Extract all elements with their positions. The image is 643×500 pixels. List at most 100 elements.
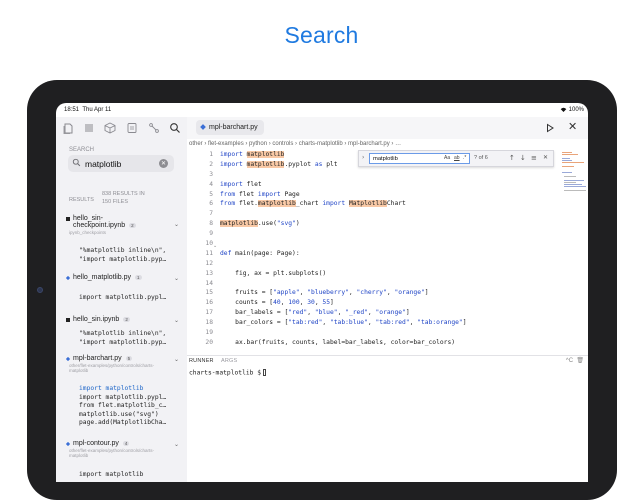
search-box: ✕: [68, 155, 174, 172]
status-bar: 18:51 Thu Apr 11 100%: [56, 103, 588, 117]
match-count-badge: 2: [129, 223, 136, 228]
line-number: 14: [205, 279, 213, 287]
match-count-badge: 2: [123, 317, 130, 322]
chevron-down-icon[interactable]: ⌄: [174, 317, 179, 324]
line-number: 13: [205, 269, 213, 277]
result-file[interactable]: hello_sin- checkpoint.ipynb 2 ipynb_check…: [66, 215, 181, 235]
trash-icon[interactable]: 🗑: [576, 358, 584, 364]
search-section-title: SEARCH: [69, 147, 95, 153]
source-control-icon[interactable]: [148, 122, 160, 134]
line-number: 5: [209, 190, 213, 198]
file-name: mpl-barchart.py: [73, 355, 122, 362]
file-name: hello_sin-: [73, 215, 103, 222]
results-label: RESULTS: [69, 197, 94, 203]
tab-mpl-barchart[interactable]: mpl-barchart.py: [196, 120, 264, 135]
status-time: 18:51 Thu Apr 11: [64, 107, 112, 113]
match-snippet[interactable]: "%matplotlib inline\n", "import matplotl…: [79, 330, 166, 347]
line-number: 16: [205, 299, 213, 307]
match-snippet[interactable]: "%matplotlib inline\n", "import matplotl…: [79, 247, 166, 264]
match-case-toggle[interactable]: Aa: [444, 155, 450, 161]
line-number: 10: [205, 240, 213, 248]
result-file[interactable]: hello_sin.ipynb 2 ⌄: [66, 316, 181, 324]
python-file-icon: [200, 124, 206, 130]
minimap[interactable]: [560, 150, 588, 355]
file-name: hello_sin.ipynb: [73, 316, 120, 323]
python-file-icon: [66, 357, 70, 361]
find-field: Aa ab .*: [369, 153, 470, 164]
file-path: ipynb_checkpoints: [69, 230, 107, 235]
chevron-down-icon[interactable]: ⌄: [174, 275, 179, 282]
list-icon[interactable]: [83, 122, 95, 134]
sidebar: SEARCH ✕ RESULTS 838 RESULTS IN 150 FILE…: [56, 117, 187, 482]
tab-args[interactable]: ARGS: [221, 358, 237, 364]
chevron-right-icon[interactable]: ›: [362, 154, 364, 161]
interrupt-button[interactable]: ^C 🗑: [566, 357, 584, 364]
file-name: hello_matplotlib.py: [73, 274, 131, 281]
close-icon[interactable]: ✕: [568, 120, 577, 133]
line-number: 18: [205, 319, 213, 327]
find-input[interactable]: [373, 155, 433, 163]
line-number: 7: [209, 210, 213, 218]
whole-word-toggle[interactable]: ab: [454, 155, 460, 161]
line-number: 19: [205, 329, 213, 337]
bottom-panel: RUNNER ARGS ^C 🗑 charts-matplotlib $: [187, 355, 588, 482]
chevron-down-icon[interactable]: ⌄: [174, 441, 179, 448]
match-snippet[interactable]: import matplotlib import matplotlib.pypl…: [79, 385, 166, 428]
match-snippet[interactable]: import matplotlib: [79, 471, 143, 480]
python-file-icon: [66, 276, 70, 280]
match-count-badge: 5: [125, 356, 133, 361]
match-count-badge: 4: [122, 441, 130, 446]
camera-dot: [37, 287, 43, 293]
chevron-down-icon[interactable]: ⌄: [174, 221, 179, 228]
editor-topbar: mpl-barchart.py ✕: [187, 117, 588, 139]
notebook-icon: [66, 318, 70, 322]
search-input[interactable]: [85, 157, 157, 170]
regex-toggle[interactable]: .*: [463, 155, 466, 161]
terminal-prompt: charts-matplotlib $: [189, 369, 262, 377]
package-icon[interactable]: [104, 122, 116, 134]
result-file[interactable]: hello_matplotlib.py 1 ⌄: [66, 274, 181, 282]
line-number: 3: [209, 170, 213, 178]
document-icon[interactable]: [126, 122, 138, 134]
notebook-icon: [66, 217, 70, 221]
page-headline: Search: [284, 22, 359, 48]
menu-icon[interactable]: ≡: [531, 154, 537, 162]
fold-chevron-icon[interactable]: ⌄: [213, 243, 217, 249]
clear-search-icon[interactable]: ✕: [159, 159, 168, 168]
tab-runner[interactable]: RUNNER: [189, 358, 214, 364]
line-number: 17: [205, 309, 213, 317]
line-number: 9: [209, 230, 213, 238]
terminal-cursor: [263, 369, 267, 376]
results-count: 838 RESULTS IN 150 FILES: [102, 191, 145, 205]
search-icon[interactable]: [169, 122, 181, 134]
match-snippet[interactable]: import matplotlib.pypl…: [79, 294, 166, 303]
arrow-up-icon[interactable]: ↑: [509, 154, 515, 162]
line-number: 12: [205, 259, 213, 267]
search-icon: [72, 158, 81, 167]
run-icon[interactable]: [545, 123, 555, 133]
line-number: 6: [209, 200, 213, 208]
line-number: 1: [209, 151, 213, 158]
code-editor[interactable]: 1 2 3 4 5 6 7 8 9 10 11 12 13 14 15 16 17 18 19 20 ⌄ import…: [187, 150, 588, 355]
line-number: 8: [209, 220, 213, 228]
line-number-gutter: 1 2 3 4 5 6 7 8 9 10 11 12 13 14 15 16 17 18 19 20: [187, 150, 213, 348]
status-battery: 100%: [560, 107, 584, 113]
files-icon[interactable]: [62, 122, 74, 134]
file-name: mpl-contour.py: [73, 440, 119, 447]
breadcrumb[interactable]: other › flet-examples › python › control…: [187, 139, 588, 150]
match-count-badge: 1: [134, 275, 142, 280]
arrow-down-icon[interactable]: ↓: [520, 154, 526, 162]
chevron-down-icon[interactable]: ⌄: [174, 356, 179, 363]
find-widget: › Aa ab .* ? of 6 ↑ ↓ ≡ ✕: [358, 150, 554, 167]
result-file[interactable]: mpl-barchart.py 5 other/flet-examples/pyt…: [66, 355, 181, 373]
close-icon[interactable]: ✕: [543, 154, 548, 161]
line-number: 11: [205, 249, 213, 257]
result-file[interactable]: mpl-contour.py 4 other/flet-examples/pyth…: [66, 440, 181, 458]
wifi-icon: [560, 107, 566, 112]
file-path: other/flet-examples/python/controls/char…: [69, 448, 155, 458]
sidebar-toolbar: [56, 117, 187, 139]
file-path: other/flet-examples/python/controls/char…: [69, 363, 155, 373]
python-file-icon: [66, 442, 70, 446]
file-name-cont: checkpoint.ipynb: [73, 222, 126, 229]
terminal-output[interactable]: charts-matplotlib $: [189, 369, 267, 377]
